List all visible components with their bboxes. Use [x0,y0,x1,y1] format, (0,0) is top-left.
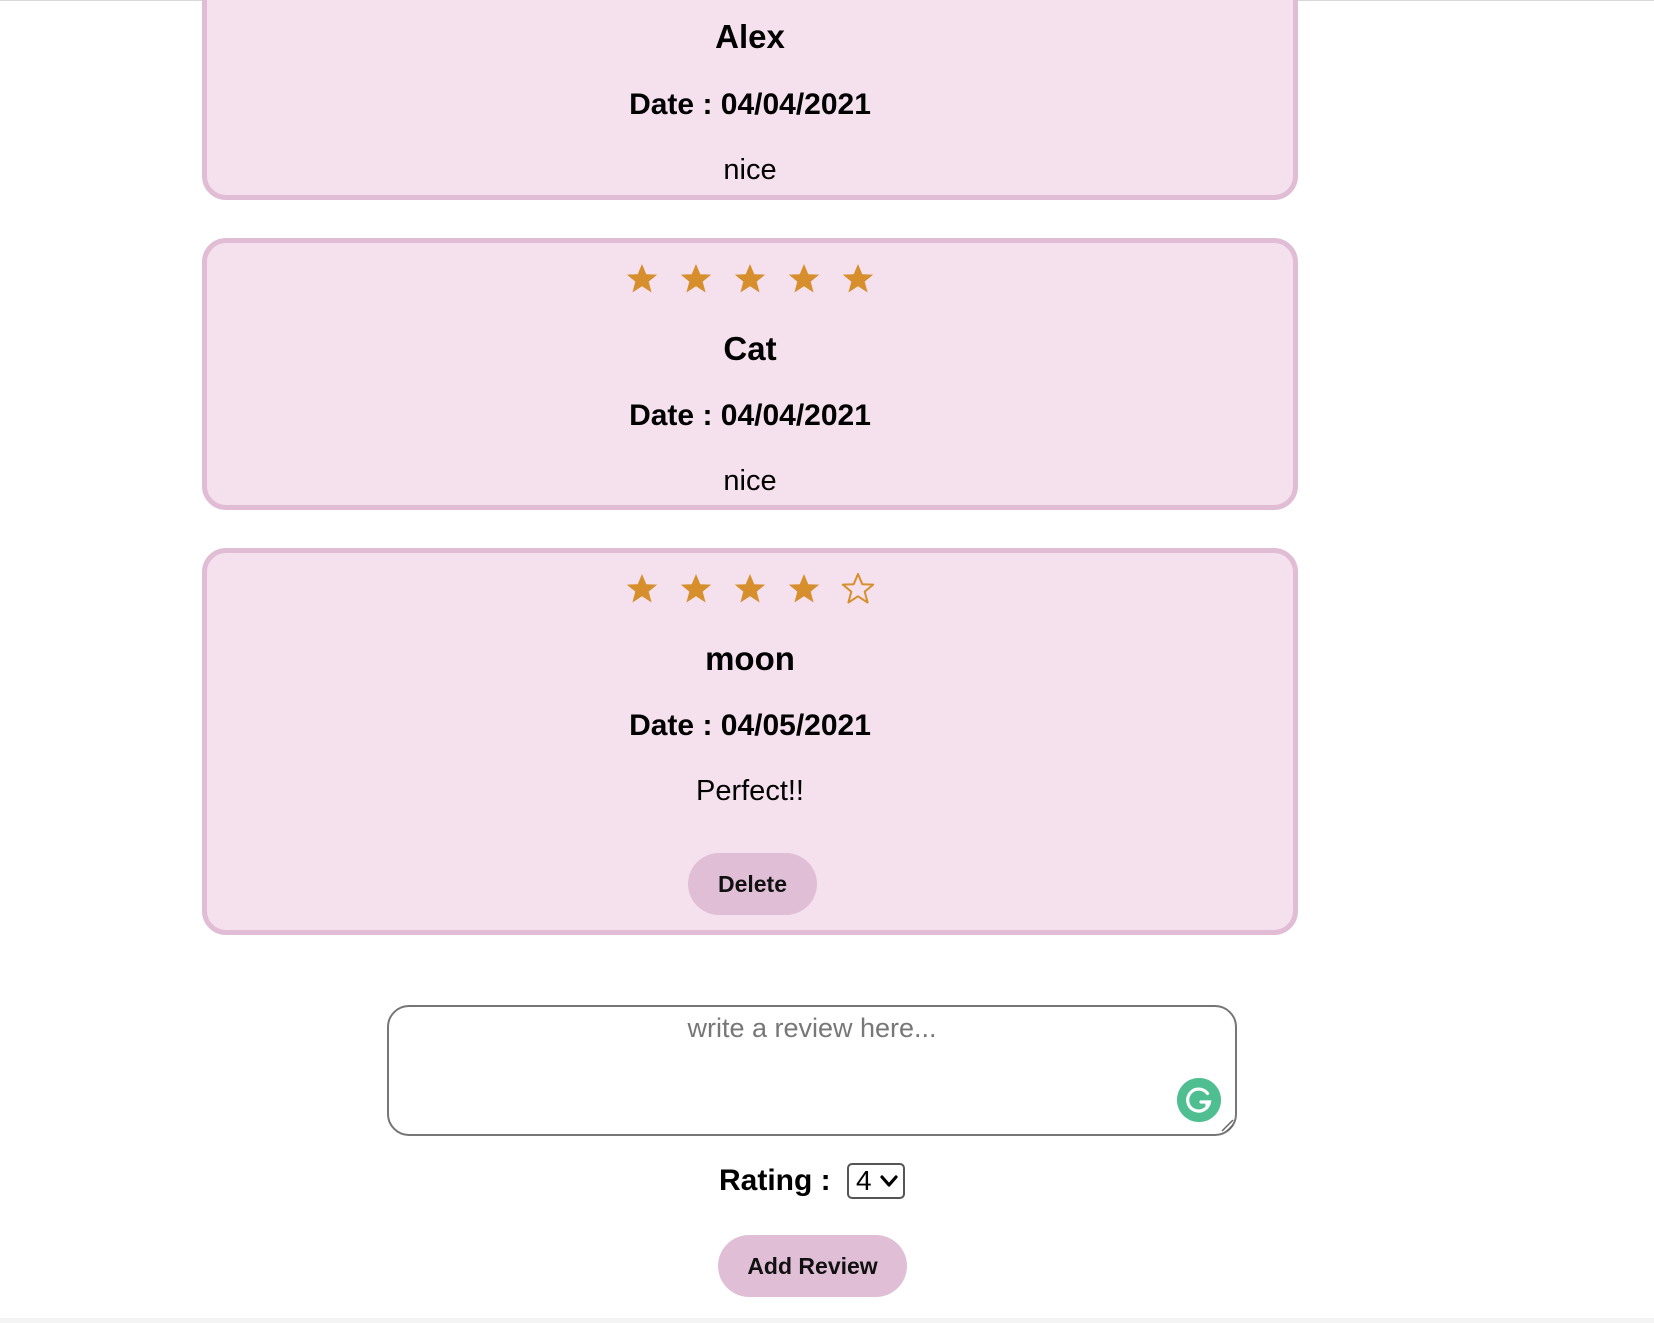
star-filled-icon [787,572,821,606]
star-filled-icon [679,572,713,606]
review-textarea[interactable] [387,1005,1237,1136]
star-empty-icon [841,572,875,606]
star-filled-icon [625,262,659,296]
star-filled-icon [841,262,875,296]
review-comment: nice [723,465,777,497]
star-filled-icon [625,572,659,606]
review-card: Alex Date : 04/04/2021 nice [202,0,1298,200]
rating-label: Rating : [719,1164,831,1198]
review-card: moon Date : 04/05/2021 Perfect!! Delete [202,548,1298,935]
review-date: Date : 04/05/2021 [629,709,871,742]
rating-row: Rating : 4 [0,1160,1624,1201]
reviews-page: Alex Date : 04/04/2021 nice Cat Date : 0… [0,0,1654,1323]
delete-review-button[interactable]: Delete [688,853,817,915]
rating-select[interactable]: 4 [847,1163,905,1200]
reviewer-name: Cat [723,330,777,367]
star-filled-icon [679,262,713,296]
review-card: Cat Date : 04/04/2021 nice [202,238,1298,510]
reviewer-name: Alex [715,18,785,55]
resize-handle-icon[interactable] [1220,1118,1234,1132]
star-filled-icon [733,262,767,296]
rating-select-value: 4 [856,1165,872,1197]
star-rating [207,572,1293,606]
review-comment: nice [723,154,777,186]
review-comment: Perfect!! [696,775,804,807]
bottom-edge [0,1318,1654,1323]
review-date: Date : 04/04/2021 [629,399,871,432]
star-filled-icon [733,572,767,606]
star-rating [207,262,1293,296]
reviewer-name: moon [705,640,795,677]
review-date: Date : 04/04/2021 [629,88,871,121]
chevron-down-icon [880,1175,898,1187]
grammarly-icon[interactable] [1177,1078,1221,1122]
add-review-button[interactable]: Add Review [718,1235,907,1297]
star-filled-icon [787,262,821,296]
